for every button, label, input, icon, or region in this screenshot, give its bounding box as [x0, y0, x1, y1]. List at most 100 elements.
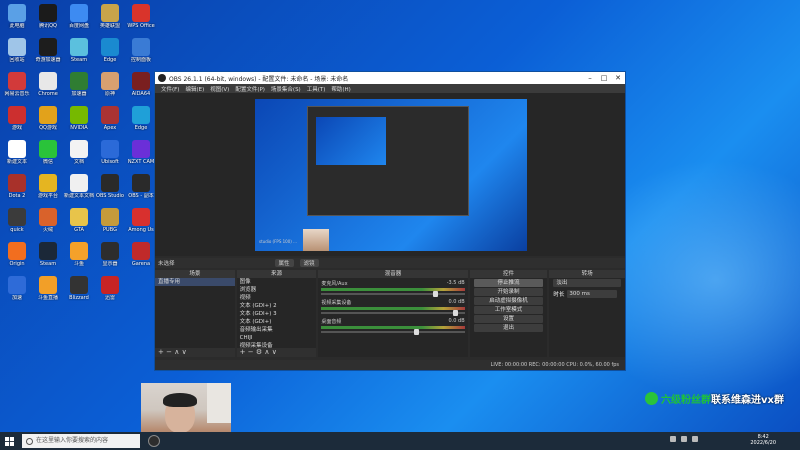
- desktop-icon[interactable]: 微信: [33, 140, 63, 165]
- desktop-icon[interactable]: 游戏: [2, 106, 32, 131]
- menu-item[interactable]: 场景集合(S): [271, 85, 301, 93]
- desktop-icon[interactable]: Ubisoft: [95, 140, 125, 165]
- desktop-icon[interactable]: AIDA64: [126, 72, 156, 97]
- desktop-icon[interactable]: 奇游加速器: [33, 38, 63, 63]
- desktop-icon[interactable]: 迅雷: [95, 276, 125, 301]
- desktop-icon[interactable]: Blizzard: [64, 276, 94, 301]
- desktop-icon[interactable]: 文档: [64, 140, 94, 165]
- down-icon[interactable]: ∨: [182, 348, 187, 356]
- desktop-icon-label: 显示器: [102, 261, 118, 267]
- menu-item[interactable]: 工具(T): [307, 85, 326, 93]
- desktop-icon[interactable]: Edge: [126, 106, 156, 131]
- menu-item[interactable]: 帮助(H): [331, 85, 350, 93]
- desktop-icon[interactable]: 新建文本文档: [64, 174, 94, 199]
- source-item[interactable]: 浏览器: [237, 286, 317, 294]
- add-icon[interactable]: +: [158, 348, 164, 356]
- up-icon[interactable]: ∧: [174, 348, 179, 356]
- volume-slider[interactable]: [321, 329, 465, 335]
- filters-button[interactable]: 滤镜: [299, 259, 319, 267]
- desktop-icon[interactable]: Origin: [2, 242, 32, 267]
- desktop-icon[interactable]: Steam: [33, 242, 63, 267]
- desktop-icon[interactable]: WPS Office: [126, 4, 156, 29]
- volume-icon[interactable]: [681, 436, 687, 442]
- windows-start-icon[interactable]: [0, 432, 18, 450]
- up-icon[interactable]: ∧: [264, 348, 269, 356]
- desktop-icon[interactable]: NZXT CAM: [126, 140, 156, 165]
- properties-button[interactable]: 属性: [274, 259, 294, 267]
- desktop-icon[interactable]: 斗鱼: [64, 242, 94, 267]
- desktop-icon[interactable]: 回收站: [2, 38, 32, 63]
- down-icon[interactable]: ∨: [272, 348, 277, 356]
- control-button[interactable]: 工作室模式: [473, 306, 544, 314]
- source-item[interactable]: 文本 (GDI+) 3: [237, 310, 317, 318]
- desktop-icon[interactable]: OBS - 副本: [126, 174, 156, 199]
- add-icon[interactable]: +: [240, 348, 246, 356]
- obs-preview[interactable]: studio (FPS 100) ...: [155, 93, 625, 256]
- volume-slider[interactable]: [321, 310, 465, 316]
- slider-handle[interactable]: [433, 291, 439, 297]
- source-item[interactable]: 音频输出采集: [237, 326, 317, 334]
- desktop-icon[interactable]: PUBG: [95, 208, 125, 233]
- desktop-icon[interactable]: 显示器: [95, 242, 125, 267]
- desktop-icon[interactable]: OBS Studio: [95, 174, 125, 199]
- minimize-icon[interactable]: –: [583, 74, 597, 82]
- obs-titlebar[interactable]: OBS 26.1.1 (64-bit, windows) - 配置文件: 未命名…: [155, 72, 625, 84]
- desktop-icon[interactable]: 新建文本: [2, 140, 32, 165]
- ime-icon[interactable]: [692, 436, 698, 442]
- desktop-icon[interactable]: 腾讯QQ: [33, 4, 63, 29]
- menu-item[interactable]: 配置文件(P): [235, 85, 265, 93]
- close-icon[interactable]: ✕: [611, 74, 625, 82]
- source-item[interactable]: 文本 (GDI+) 2: [237, 302, 317, 310]
- scene-item[interactable]: 直播专用: [155, 278, 235, 286]
- desktop-icon[interactable]: 加速器: [64, 72, 94, 97]
- desktop-icon[interactable]: quick: [2, 208, 32, 233]
- gear-icon[interactable]: ⚙: [256, 348, 262, 356]
- source-item[interactable]: 图像: [237, 278, 317, 286]
- control-button[interactable]: 退出: [473, 324, 544, 332]
- remove-icon[interactable]: −: [166, 348, 172, 356]
- control-button[interactable]: 开始录制: [473, 288, 544, 296]
- desktop-icon[interactable]: 原神: [95, 72, 125, 97]
- desktop-icon[interactable]: Garena: [126, 242, 156, 267]
- control-button[interactable]: 停止推流: [473, 279, 544, 287]
- obs-taskbar-icon[interactable]: [148, 435, 160, 447]
- desktop-icon[interactable]: Chrome: [33, 72, 63, 97]
- webcam-background-door: [207, 383, 231, 423]
- desktop-icon[interactable]: NVIDIA: [64, 106, 94, 131]
- mixer-channel-db: 0.0 dB: [448, 299, 465, 305]
- desktop-icon[interactable]: 火绒: [33, 208, 63, 233]
- taskbar-search-input[interactable]: 在这里输入你要搜索的内容: [22, 434, 140, 448]
- desktop-icon[interactable]: Apex: [95, 106, 125, 131]
- desktop-icon[interactable]: Among Us: [126, 208, 156, 233]
- desktop-icon[interactable]: 控制面板: [126, 38, 156, 63]
- source-item[interactable]: 文本 (GDI+): [237, 318, 317, 326]
- source-item[interactable]: 视频: [237, 294, 317, 302]
- desktop-icon[interactable]: Dota 2: [2, 174, 32, 199]
- transition-select[interactable]: 淡出: [553, 279, 621, 287]
- menu-item[interactable]: 视图(V): [210, 85, 229, 93]
- desktop-icon[interactable]: Edge: [95, 38, 125, 63]
- control-button[interactable]: 设置: [473, 315, 544, 323]
- source-item[interactable]: CHIJI: [237, 334, 317, 342]
- desktop-icon[interactable]: 此电脑: [2, 4, 32, 29]
- desktop-icon[interactable]: Steam: [64, 38, 94, 63]
- remove-icon[interactable]: −: [248, 348, 254, 356]
- desktop-icon[interactable]: GTA: [64, 208, 94, 233]
- desktop-icon[interactable]: 斗鱼直播: [33, 276, 63, 301]
- slider-handle[interactable]: [453, 310, 459, 316]
- duration-input[interactable]: 300 ms: [567, 290, 617, 298]
- control-button[interactable]: 启动虚拟摄像机: [473, 297, 544, 305]
- desktop-icon[interactable]: 百度网盘: [64, 4, 94, 29]
- menu-item[interactable]: 编辑(E): [185, 85, 204, 93]
- taskbar-clock[interactable]: 8:42 2022/6/20: [750, 434, 776, 446]
- desktop-icon[interactable]: 英雄联盟: [95, 4, 125, 29]
- desktop-icon[interactable]: 网易云音乐: [2, 72, 32, 97]
- volume-slider[interactable]: [321, 291, 465, 297]
- desktop-icon[interactable]: 加速: [2, 276, 32, 301]
- network-icon[interactable]: [670, 436, 676, 442]
- menu-item[interactable]: 文件(F): [161, 85, 179, 93]
- slider-handle[interactable]: [413, 329, 419, 335]
- desktop-icon[interactable]: 游戏平台: [33, 174, 63, 199]
- desktop-icon[interactable]: QQ游戏: [33, 106, 63, 131]
- maximize-icon[interactable]: □: [597, 74, 611, 82]
